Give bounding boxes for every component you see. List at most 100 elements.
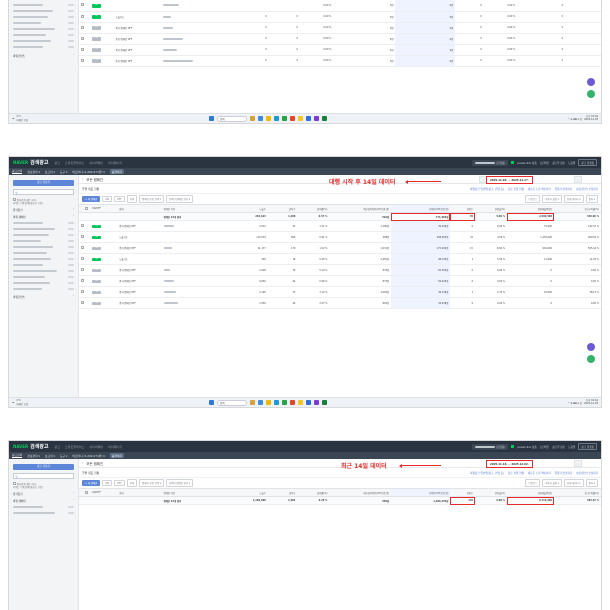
campaign-name-cell[interactable] — [161, 55, 234, 67]
subnav-item[interactable]: 도구 ▾ — [60, 454, 67, 458]
chatbot-icon[interactable] — [587, 355, 595, 363]
on-off-toggle[interactable]: OFF — [92, 290, 102, 295]
column-header[interactable]: 총비용(VAT포함,원) — [391, 488, 451, 497]
app-icon[interactable] — [258, 400, 263, 405]
campaign-name-cell[interactable] — [161, 275, 234, 287]
quick-link[interactable]: 쇼핑(전면) 수정하기 — [576, 472, 598, 475]
column-header[interactable]: 상태 — [117, 204, 162, 213]
on-off-toggle[interactable]: OFF — [91, 48, 101, 52]
checkbox[interactable] — [81, 3, 84, 7]
table-row[interactable]: OFF 중지:캠페인 OFF 0 0 0.00 % 0원 0원 0 0.00 % 0 — [79, 44, 601, 56]
sidebar-item[interactable] — [13, 505, 74, 509]
checkbox[interactable] — [81, 279, 84, 282]
date-range-picker[interactable]: 2025.11.18. ~ 2025.12.02. — [486, 460, 533, 468]
checkbox[interactable] — [85, 490, 89, 494]
create-ad-button[interactable]: 광고 만들기 — [13, 464, 74, 470]
chrome-icon[interactable] — [290, 116, 295, 121]
sidebar-checkbox[interactable]: 일치검색 세트 하기, 키워드 다중검색(쉼표로 구분) — [13, 198, 74, 205]
kakaotalk-icon[interactable] — [298, 116, 303, 121]
column-header[interactable]: 노출수 — [233, 204, 268, 213]
campaign-name[interactable] — [163, 280, 174, 282]
filter-select[interactable]: 필터 ▾ — [585, 195, 598, 203]
sidebar-item[interactable] — [13, 275, 74, 279]
sidebar-favorites[interactable]: 즐겨찾기 ˇ — [13, 492, 74, 496]
top-menu-item[interactable]: 네이버페이 — [89, 445, 103, 449]
subnav-item[interactable]: 도구 ▾ — [60, 170, 67, 174]
naver-logo[interactable]: NAVER — [13, 160, 28, 165]
column-header[interactable]: 광고수익률(%) — [554, 488, 601, 497]
weather-widget[interactable]: ☁ 4°C 대체로 흐림 — [12, 115, 28, 122]
app-icon[interactable] — [306, 400, 311, 405]
app-icon[interactable] — [306, 116, 311, 121]
folder-icon[interactable] — [266, 116, 271, 121]
taskbar-search[interactable]: 검색 — [217, 115, 247, 122]
subnav-item[interactable]: 보고서 ▾ — [45, 454, 55, 458]
checkbox[interactable] — [81, 235, 84, 238]
column-header[interactable]: 캠페인 이름 — [161, 204, 234, 213]
campaign-name[interactable] — [163, 15, 172, 18]
on-off-toggle[interactable]: OFF — [91, 37, 101, 41]
checkbox[interactable] — [81, 58, 84, 62]
sidebar-item[interactable] — [13, 27, 74, 31]
campaign-name-cell[interactable] — [161, 33, 234, 45]
user-settings-select[interactable]: 사용자 설정 ▾ — [542, 479, 562, 487]
excel-icon[interactable] — [322, 116, 327, 121]
campaign-name-cell[interactable] — [161, 253, 234, 265]
quick-link[interactable]: 입찰가 변경하기 — [555, 472, 573, 475]
download-button[interactable]: 다운로드 — [525, 479, 541, 487]
campaign-name-cell[interactable] — [161, 264, 234, 276]
campaign-name[interactable] — [163, 4, 180, 7]
column-header[interactable]: 전환율(%) — [475, 204, 508, 213]
sidebar-campaigns[interactable]: 파워 캠페인 ˆ — [13, 215, 74, 219]
column-header[interactable]: 전환율(%) — [475, 488, 508, 497]
app-icon[interactable] — [314, 116, 319, 121]
chrome-icon[interactable] — [290, 400, 295, 405]
checkbox[interactable] — [13, 482, 16, 485]
quick-link[interactable]: 쇼핑(전면) 수정하기 — [576, 188, 598, 191]
taskbar-search[interactable]: 검색 — [217, 399, 247, 406]
checkbox[interactable] — [81, 25, 84, 29]
delete-button[interactable]: 삭제 — [126, 479, 138, 487]
quick-link[interactable]: 새로운 노출 확인하기 — [528, 472, 551, 475]
campaign-name[interactable] — [163, 225, 174, 227]
sidebar-item[interactable] — [13, 245, 74, 249]
select-all-checkbox-cell[interactable] — [79, 204, 91, 213]
on-off-toggle[interactable]: ON — [92, 235, 102, 240]
new-campaign-button[interactable]: + 새 캠페인 — [82, 196, 101, 202]
on-off-toggle[interactable]: ON — [91, 4, 101, 8]
app-icon[interactable] — [250, 400, 255, 405]
column-header[interactable]: 클릭수 — [267, 204, 298, 213]
top-menu-item[interactable]: 스마트플레이스 — [65, 445, 84, 449]
table-row[interactable]: OFF 중지:캠페인 OFF 6,650 64 0.96 % 875원 56,023원 0 0.… — [79, 275, 601, 287]
off-button[interactable]: OFF — [114, 479, 125, 487]
sidebar-item[interactable] — [13, 227, 74, 231]
sidebar-search-input[interactable]: ⚲ — [13, 189, 74, 195]
sidebar-item[interactable] — [13, 221, 74, 225]
on-off-toggle[interactable]: ON — [91, 15, 101, 19]
quick-link[interactable]: 검토 진행 현황 — [508, 188, 524, 191]
checkbox[interactable] — [81, 268, 84, 271]
create-ad-button[interactable]: 광고 만들기 — [13, 180, 74, 186]
table-row[interactable]: OFF 중지:캠페인 OFF 0 0 0.00 % 0원 0원 0 0.00 % 0 — [79, 22, 601, 34]
sidebar-item[interactable] — [13, 39, 74, 43]
table-row[interactable]: ON 노출가능 110,534 899 0.81 % 298원 268,003원 41 4.56… — [79, 231, 601, 243]
campaign-name[interactable] — [163, 37, 184, 40]
column-header[interactable]: 클릭률(%) — [297, 488, 330, 497]
platform-button[interactable]: 광고 플랫폼 — [578, 443, 597, 450]
app-icon[interactable] — [250, 116, 255, 121]
next-range-button[interactable]: › — [574, 460, 582, 467]
check-badge-icon[interactable] — [587, 343, 595, 351]
top-menu-item[interactable]: 마이페이지 — [108, 445, 122, 449]
off-button[interactable]: OFF — [114, 195, 125, 203]
on-off-toggle[interactable]: ON — [92, 224, 102, 229]
excel-icon[interactable] — [322, 400, 327, 405]
on-off-toggle[interactable]: ON — [92, 257, 102, 262]
quick-link[interactable]: 새로운 노출 확인하기 — [528, 188, 551, 191]
top-menu-item[interactable]: 광고 — [55, 161, 61, 165]
top-menu-item[interactable]: 광고 — [55, 445, 61, 449]
column-header[interactable]: ON/OFF — [90, 488, 118, 497]
table-row[interactable]: ON 중지:캠페인 OFF 2,512 33 1.31 % 1,190원 39,266원 0 0… — [79, 220, 601, 232]
on-off-toggle[interactable]: OFF — [92, 301, 102, 306]
table-row[interactable]: OFF 중지:캠페인 OFF 1,559 40 2.57 % 865원 34,618원 0 0.… — [79, 297, 601, 309]
detail-data-select[interactable]: 상세 데이터 ▾ — [563, 195, 584, 203]
